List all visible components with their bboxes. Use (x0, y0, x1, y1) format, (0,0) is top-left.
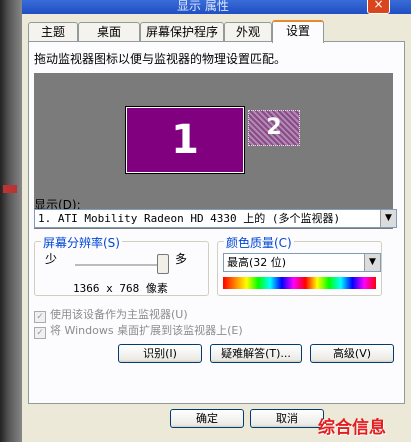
title-bar[interactable]: 显示 属性 × (22, 0, 411, 14)
tab-screensaver[interactable]: 屏幕保护程序 (140, 22, 224, 41)
identify-button[interactable]: 识别(I) (118, 344, 202, 363)
resolution-slider-track[interactable] (75, 264, 167, 267)
resolution-less-label: 少 (45, 252, 58, 266)
color-quality-group: 颜色质量(C) 最高(32 位) ▼ (217, 234, 382, 296)
checkbox-icon: ✓ (34, 327, 46, 339)
monitor-arrangement-area: 1 2 (34, 73, 393, 229)
chevron-down-icon[interactable]: ▼ (380, 210, 396, 227)
extend-desktop-label: 将 Windows 桌面扩展到该监视器上(E) (50, 324, 243, 337)
resolution-legend: 屏幕分辨率(S) (41, 234, 122, 251)
primary-monitor-label: 使用该设备作为主监视器(U) (50, 308, 188, 321)
resolution-slider-thumb[interactable] (157, 254, 169, 274)
close-icon[interactable]: × (367, 0, 390, 14)
background-spot (3, 185, 17, 193)
tab-settings[interactable]: 设置 (272, 20, 324, 43)
tab-appearance[interactable]: 外观 (224, 22, 272, 41)
watermark-logo: 综合信息 (318, 418, 386, 438)
color-quality-select[interactable]: 最高(32 位) ▼ (223, 253, 381, 272)
display-properties-dialog: 显示 属性 × 主题 桌面 屏幕保护程序 外观 设置 拖动监视器图标以便与监视器… (22, 0, 411, 442)
primary-monitor-checkbox[interactable]: ✓ 使用该设备作为主监视器(U) (34, 306, 188, 323)
extend-desktop-checkbox[interactable]: ✓ 将 Windows 桌面扩展到该监视器上(E) (34, 322, 243, 339)
instruction-text: 拖动监视器图标以便与监视器的物理设置匹配。 (34, 52, 287, 66)
monitor-2-icon[interactable]: 2 (248, 110, 300, 146)
troubleshoot-button[interactable]: 疑难解答(T)... (210, 344, 302, 363)
resolution-group: 屏幕分辨率(S) 少 多 1366 x 768 像素 (34, 234, 209, 296)
display-select-value: 1. ATI Mobility Radeon HD 4330 上的 (多个监视器… (38, 212, 341, 225)
ok-button[interactable]: 确定 (170, 409, 244, 428)
color-quality-legend: 颜色质量(C) (224, 234, 294, 251)
monitor-1-icon[interactable]: 1 (125, 106, 245, 174)
settings-panel: 拖动监视器图标以便与监视器的物理设置匹配。 1 2 显示(D): 1. ATI … (28, 41, 405, 404)
background-strip (0, 0, 22, 442)
color-preview-bar (223, 277, 376, 289)
display-select[interactable]: 1. ATI Mobility Radeon HD 4330 上的 (多个监视器… (34, 209, 397, 228)
cancel-button[interactable]: 取消 (250, 409, 324, 428)
window-title: 显示 属性 (177, 0, 229, 13)
color-quality-value: 最高(32 位) (227, 256, 287, 269)
advanced-button[interactable]: 高级(V) (310, 344, 394, 363)
chevron-down-icon[interactable]: ▼ (364, 254, 380, 271)
resolution-more-label: 多 (175, 252, 188, 266)
tab-themes[interactable]: 主题 (28, 22, 78, 41)
resolution-value: 1366 x 768 像素 (73, 282, 168, 295)
tab-desktop[interactable]: 桌面 (78, 22, 140, 41)
